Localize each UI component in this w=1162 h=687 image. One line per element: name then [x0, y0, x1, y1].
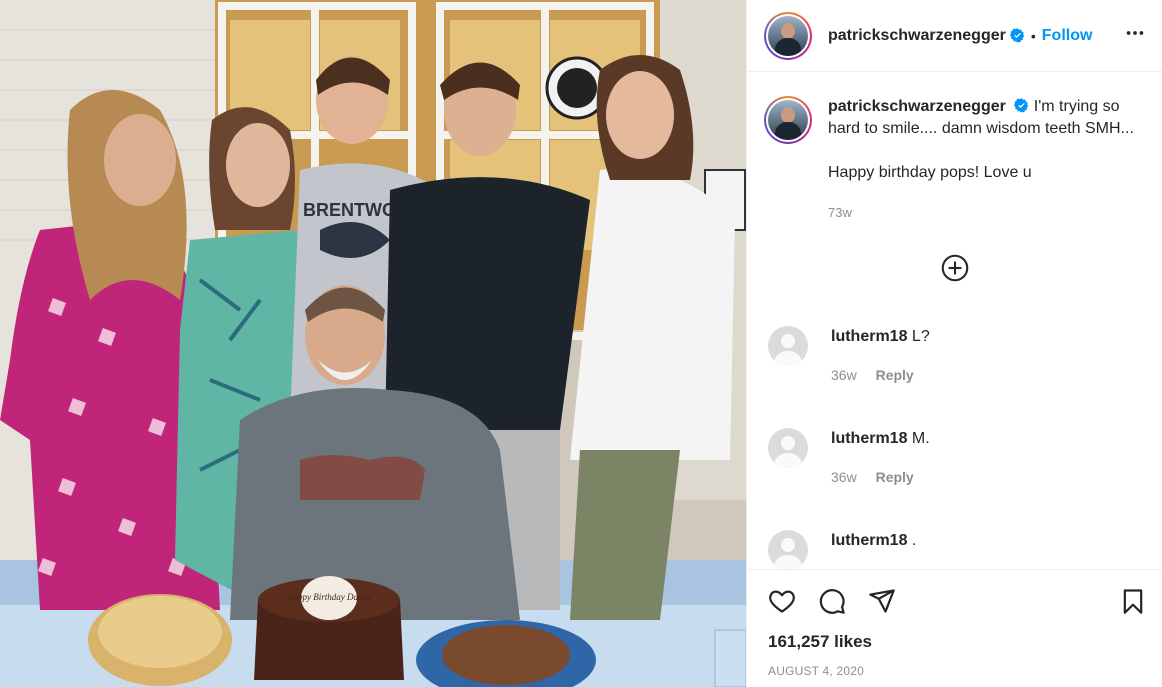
add-circle-icon[interactable]	[941, 254, 969, 282]
comment-item: lutherm18 L? 36w Reply	[764, 326, 1146, 386]
commenter-avatar[interactable]	[768, 530, 808, 569]
verified-icon	[1014, 98, 1029, 113]
post-photo-image: BRENTWOOD Happy Birthday Daddy	[0, 0, 746, 687]
comment-text: .	[911, 532, 917, 549]
caption-text-line2: Happy birthday pops! Love u	[828, 164, 1032, 181]
post-date[interactable]: AUGUST 4, 2020	[768, 664, 1147, 678]
comment-text: L?	[911, 328, 930, 345]
comment-username[interactable]: lutherm18	[831, 328, 907, 345]
action-bar	[768, 584, 1147, 618]
commenter-avatar[interactable]	[768, 428, 808, 468]
comment-age[interactable]: 36w	[831, 367, 857, 383]
reply-button[interactable]: Reply	[876, 469, 914, 485]
author-avatar[interactable]	[764, 11, 812, 60]
post-sidebar: patrickschwarzenegger • Follow patricksc…	[746, 0, 1162, 687]
comment-username[interactable]: lutherm18	[831, 430, 907, 447]
caption-username[interactable]: patrickschwarzenegger	[828, 98, 1006, 115]
more-icon[interactable]	[1124, 22, 1146, 50]
post-caption: patrickschwarzenegger I'm trying so hard…	[764, 96, 1146, 224]
follow-button[interactable]: Follow	[1042, 27, 1093, 45]
share-icon[interactable]	[868, 587, 896, 615]
caption-age[interactable]: 73w	[828, 202, 1146, 224]
load-more-comments[interactable]	[764, 254, 1146, 282]
likes-count[interactable]: 161,257 likes	[768, 632, 1147, 652]
save-icon[interactable]	[1119, 587, 1147, 615]
comments-area[interactable]: patrickschwarzenegger I'm trying so hard…	[747, 72, 1162, 569]
reply-button[interactable]: Reply	[876, 367, 914, 383]
comment-icon[interactable]	[818, 587, 846, 615]
comment-age[interactable]: 36w	[831, 469, 857, 485]
comment-item: lutherm18 M. 36w Reply	[764, 428, 1146, 488]
author-username[interactable]: patrickschwarzenegger	[828, 27, 1006, 45]
commenter-avatar[interactable]	[768, 326, 808, 366]
post-footer: 161,257 likes AUGUST 4, 2020	[747, 569, 1162, 687]
comment-username[interactable]: lutherm18	[831, 532, 907, 549]
post-header: patrickschwarzenegger • Follow	[747, 0, 1162, 72]
verified-icon	[1009, 28, 1025, 43]
caption-author-avatar[interactable]	[764, 96, 812, 144]
post-photo[interactable]: BRENTWOOD Happy Birthday Daddy	[0, 0, 746, 687]
heart-icon[interactable]	[768, 587, 796, 615]
comment-text: M.	[911, 430, 930, 447]
cake-topper-text: Happy Birthday Daddy	[286, 592, 371, 602]
comment-item: lutherm18 .	[764, 530, 1146, 569]
header-separator: •	[1030, 27, 1036, 44]
comment-list: lutherm18 L? 36w Reply lutherm18 M. 36w …	[764, 326, 1146, 569]
